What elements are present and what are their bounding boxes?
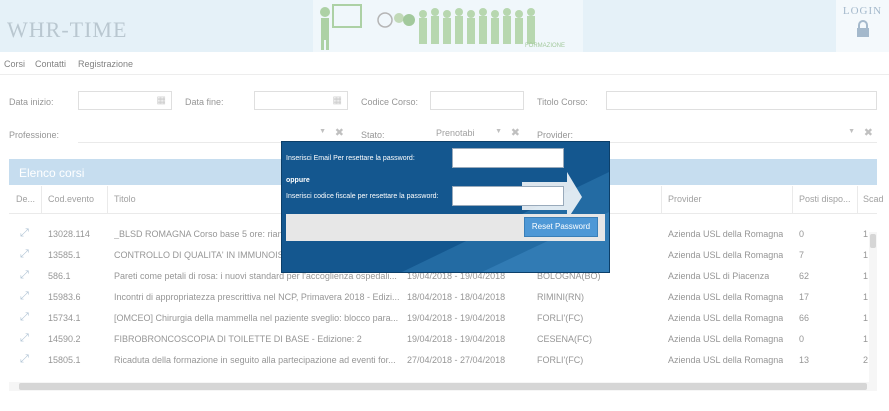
- oppure-label: oppure: [286, 177, 310, 184]
- codice-fiscale-field[interactable]: [452, 186, 564, 206]
- reset-password-dialog: Inserisci Email Per resettare la passwor…: [281, 141, 610, 273]
- codice-fiscale-label: Inserisci codice fiscale per resettare l…: [286, 193, 439, 200]
- email-label: Inserisci Email Per resettare la passwor…: [286, 155, 415, 162]
- email-field[interactable]: [452, 148, 564, 168]
- reset-password-button[interactable]: Reset Password: [524, 217, 598, 237]
